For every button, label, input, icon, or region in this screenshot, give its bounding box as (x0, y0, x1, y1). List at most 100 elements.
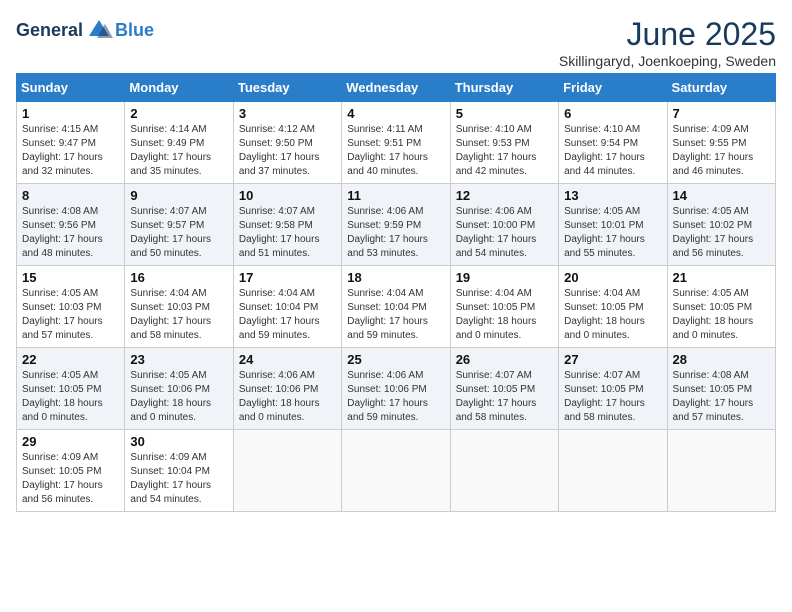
calendar-cell: 23 Sunrise: 4:05 AM Sunset: 10:06 PM Day… (125, 348, 233, 430)
calendar-cell: 8 Sunrise: 4:08 AM Sunset: 9:56 PM Dayli… (17, 184, 125, 266)
day-number: 4 (347, 106, 444, 121)
calendar-cell: 5 Sunrise: 4:10 AM Sunset: 9:53 PM Dayli… (450, 102, 558, 184)
calendar-cell: 3 Sunrise: 4:12 AM Sunset: 9:50 PM Dayli… (233, 102, 341, 184)
day-number: 19 (456, 270, 553, 285)
calendar-cell: 18 Sunrise: 4:04 AM Sunset: 10:04 PM Day… (342, 266, 450, 348)
calendar-cell: 19 Sunrise: 4:04 AM Sunset: 10:05 PM Day… (450, 266, 558, 348)
day-number: 15 (22, 270, 119, 285)
day-info: Sunrise: 4:08 AM Sunset: 9:56 PM Dayligh… (22, 205, 119, 261)
weekday-header-monday: Monday (125, 74, 233, 102)
day-info: Sunrise: 4:12 AM Sunset: 9:50 PM Dayligh… (239, 123, 336, 179)
calendar-cell: 28 Sunrise: 4:08 AM Sunset: 10:05 PM Day… (667, 348, 775, 430)
calendar-cell: 25 Sunrise: 4:06 AM Sunset: 10:06 PM Day… (342, 348, 450, 430)
calendar-cell: 24 Sunrise: 4:06 AM Sunset: 10:06 PM Day… (233, 348, 341, 430)
day-number: 20 (564, 270, 661, 285)
day-info: Sunrise: 4:05 AM Sunset: 10:05 PM Daylig… (22, 369, 119, 425)
calendar-cell (667, 430, 775, 512)
day-number: 12 (456, 188, 553, 203)
weekday-header-saturday: Saturday (667, 74, 775, 102)
day-info: Sunrise: 4:04 AM Sunset: 10:05 PM Daylig… (456, 287, 553, 343)
calendar-header-row: SundayMondayTuesdayWednesdayThursdayFrid… (17, 74, 776, 102)
weekday-header-friday: Friday (559, 74, 667, 102)
day-number: 27 (564, 352, 661, 367)
page-header: General Blue June 2025 Skillingaryd, Joe… (16, 16, 776, 69)
day-info: Sunrise: 4:04 AM Sunset: 10:03 PM Daylig… (130, 287, 227, 343)
logo: General Blue (16, 16, 154, 44)
day-info: Sunrise: 4:04 AM Sunset: 10:04 PM Daylig… (239, 287, 336, 343)
calendar-cell: 20 Sunrise: 4:04 AM Sunset: 10:05 PM Day… (559, 266, 667, 348)
calendar-cell: 9 Sunrise: 4:07 AM Sunset: 9:57 PM Dayli… (125, 184, 233, 266)
day-number: 13 (564, 188, 661, 203)
logo-blue-text: Blue (115, 20, 154, 41)
calendar-cell: 30 Sunrise: 4:09 AM Sunset: 10:04 PM Day… (125, 430, 233, 512)
day-number: 23 (130, 352, 227, 367)
day-info: Sunrise: 4:09 AM Sunset: 10:04 PM Daylig… (130, 451, 227, 507)
calendar-week-row: 8 Sunrise: 4:08 AM Sunset: 9:56 PM Dayli… (17, 184, 776, 266)
day-number: 21 (673, 270, 770, 285)
day-number: 25 (347, 352, 444, 367)
calendar-cell (559, 430, 667, 512)
day-info: Sunrise: 4:04 AM Sunset: 10:05 PM Daylig… (564, 287, 661, 343)
day-number: 6 (564, 106, 661, 121)
logo-icon (85, 16, 113, 44)
calendar-week-row: 29 Sunrise: 4:09 AM Sunset: 10:05 PM Day… (17, 430, 776, 512)
calendar-cell (450, 430, 558, 512)
calendar-cell: 13 Sunrise: 4:05 AM Sunset: 10:01 PM Day… (559, 184, 667, 266)
day-number: 26 (456, 352, 553, 367)
day-number: 9 (130, 188, 227, 203)
day-info: Sunrise: 4:09 AM Sunset: 10:05 PM Daylig… (22, 451, 119, 507)
day-number: 5 (456, 106, 553, 121)
day-info: Sunrise: 4:14 AM Sunset: 9:49 PM Dayligh… (130, 123, 227, 179)
day-info: Sunrise: 4:10 AM Sunset: 9:53 PM Dayligh… (456, 123, 553, 179)
day-number: 10 (239, 188, 336, 203)
calendar-cell: 17 Sunrise: 4:04 AM Sunset: 10:04 PM Day… (233, 266, 341, 348)
day-number: 16 (130, 270, 227, 285)
day-info: Sunrise: 4:05 AM Sunset: 10:01 PM Daylig… (564, 205, 661, 261)
calendar-cell: 22 Sunrise: 4:05 AM Sunset: 10:05 PM Day… (17, 348, 125, 430)
day-number: 14 (673, 188, 770, 203)
day-info: Sunrise: 4:05 AM Sunset: 10:06 PM Daylig… (130, 369, 227, 425)
calendar-cell: 21 Sunrise: 4:05 AM Sunset: 10:05 PM Day… (667, 266, 775, 348)
day-info: Sunrise: 4:06 AM Sunset: 10:06 PM Daylig… (239, 369, 336, 425)
day-number: 18 (347, 270, 444, 285)
day-info: Sunrise: 4:05 AM Sunset: 10:02 PM Daylig… (673, 205, 770, 261)
day-info: Sunrise: 4:07 AM Sunset: 9:58 PM Dayligh… (239, 205, 336, 261)
calendar-week-row: 22 Sunrise: 4:05 AM Sunset: 10:05 PM Day… (17, 348, 776, 430)
day-info: Sunrise: 4:06 AM Sunset: 9:59 PM Dayligh… (347, 205, 444, 261)
calendar-cell: 6 Sunrise: 4:10 AM Sunset: 9:54 PM Dayli… (559, 102, 667, 184)
day-number: 7 (673, 106, 770, 121)
weekday-header-sunday: Sunday (17, 74, 125, 102)
calendar-cell: 11 Sunrise: 4:06 AM Sunset: 9:59 PM Dayl… (342, 184, 450, 266)
day-info: Sunrise: 4:04 AM Sunset: 10:04 PM Daylig… (347, 287, 444, 343)
day-number: 29 (22, 434, 119, 449)
day-info: Sunrise: 4:15 AM Sunset: 9:47 PM Dayligh… (22, 123, 119, 179)
day-info: Sunrise: 4:09 AM Sunset: 9:55 PM Dayligh… (673, 123, 770, 179)
day-number: 1 (22, 106, 119, 121)
day-info: Sunrise: 4:06 AM Sunset: 10:06 PM Daylig… (347, 369, 444, 425)
calendar-cell: 15 Sunrise: 4:05 AM Sunset: 10:03 PM Day… (17, 266, 125, 348)
calendar-table: SundayMondayTuesdayWednesdayThursdayFrid… (16, 73, 776, 512)
location-subtitle: Skillingaryd, Joenkoeping, Sweden (559, 53, 776, 69)
day-number: 28 (673, 352, 770, 367)
day-number: 30 (130, 434, 227, 449)
day-number: 17 (239, 270, 336, 285)
calendar-cell: 12 Sunrise: 4:06 AM Sunset: 10:00 PM Day… (450, 184, 558, 266)
day-info: Sunrise: 4:11 AM Sunset: 9:51 PM Dayligh… (347, 123, 444, 179)
calendar-cell: 7 Sunrise: 4:09 AM Sunset: 9:55 PM Dayli… (667, 102, 775, 184)
day-number: 2 (130, 106, 227, 121)
calendar-cell (342, 430, 450, 512)
calendar-cell: 26 Sunrise: 4:07 AM Sunset: 10:05 PM Day… (450, 348, 558, 430)
weekday-header-wednesday: Wednesday (342, 74, 450, 102)
weekday-header-tuesday: Tuesday (233, 74, 341, 102)
logo-general-text: General (16, 20, 83, 41)
day-number: 22 (22, 352, 119, 367)
day-info: Sunrise: 4:05 AM Sunset: 10:03 PM Daylig… (22, 287, 119, 343)
day-info: Sunrise: 4:07 AM Sunset: 10:05 PM Daylig… (564, 369, 661, 425)
calendar-cell: 1 Sunrise: 4:15 AM Sunset: 9:47 PM Dayli… (17, 102, 125, 184)
calendar-week-row: 15 Sunrise: 4:05 AM Sunset: 10:03 PM Day… (17, 266, 776, 348)
day-info: Sunrise: 4:07 AM Sunset: 9:57 PM Dayligh… (130, 205, 227, 261)
calendar-cell: 2 Sunrise: 4:14 AM Sunset: 9:49 PM Dayli… (125, 102, 233, 184)
calendar-cell: 4 Sunrise: 4:11 AM Sunset: 9:51 PM Dayli… (342, 102, 450, 184)
calendar-cell (233, 430, 341, 512)
day-info: Sunrise: 4:06 AM Sunset: 10:00 PM Daylig… (456, 205, 553, 261)
